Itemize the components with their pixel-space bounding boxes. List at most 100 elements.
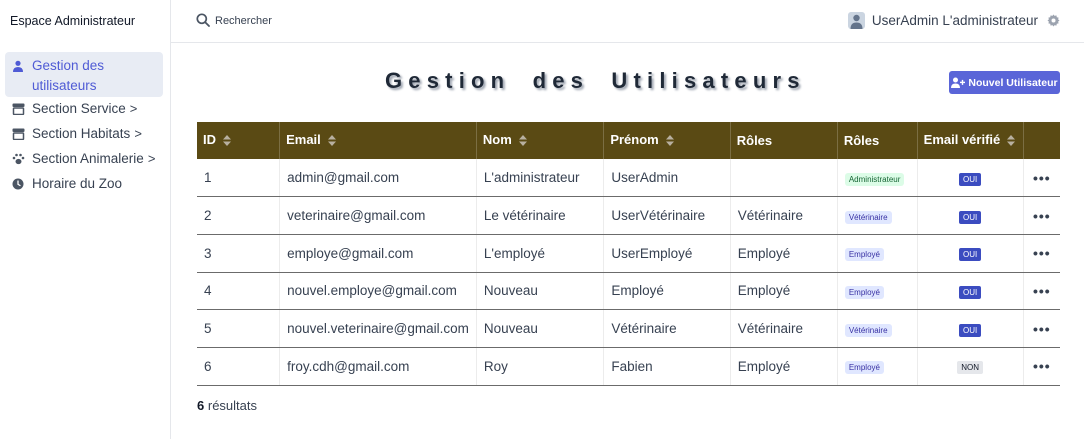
sidebar-item-label: Horaire du Zoo xyxy=(32,176,123,191)
cell-prenom: Vétérinaire xyxy=(603,309,731,348)
sidebar-item-label: utilisateurs xyxy=(32,78,97,93)
app-root: Espace Administrateur Gestion des utilis… xyxy=(0,0,1084,439)
users-table: ID Email Nom Prénom Rôles Rôles Email vé… xyxy=(197,122,1060,386)
cell-role: Vétérinaire xyxy=(730,196,838,235)
sidebar-item-gestion-utilisateurs[interactable]: Gestion des utilisateurs xyxy=(5,52,163,97)
topbar: UserAdmin L'administrateur xyxy=(171,0,1084,43)
cell-nom: L'employé xyxy=(476,234,605,273)
row-actions-button[interactable]: ••• xyxy=(1033,170,1051,186)
sort-icon xyxy=(1007,134,1016,149)
store-icon xyxy=(11,102,25,116)
cell-nom: Nouveau xyxy=(476,309,605,348)
cell-email: froy.cdh@gmail.com xyxy=(279,347,477,386)
role-badge: Employé xyxy=(844,285,884,299)
chevron-right-icon: > xyxy=(134,126,142,141)
sort-icon xyxy=(518,134,527,149)
cell-role: Employé xyxy=(730,272,838,311)
cell-role-badge: Vétérinaire xyxy=(837,309,918,348)
cell-email: nouvel.veterinaire@gmail.com xyxy=(279,309,477,348)
role-badge: Employé xyxy=(844,361,884,375)
user-menu[interactable]: UserAdmin L'administrateur xyxy=(847,12,1038,29)
column-header-prenom[interactable]: Prénom xyxy=(603,122,731,159)
sidebar-item-label: Section Service xyxy=(32,101,126,116)
page-title: Gestion des Utilisateurs xyxy=(385,68,806,93)
role-badge: Vétérinaire xyxy=(844,210,892,224)
gear-icon[interactable] xyxy=(1047,14,1061,28)
verified-badge: OUI xyxy=(959,285,982,299)
row-actions-button[interactable]: ••• xyxy=(1033,283,1051,299)
role-badge: Employé xyxy=(844,248,884,262)
cell-verified: OUI xyxy=(917,159,1024,198)
sidebar-item-section-habitats[interactable]: Section Habitats > xyxy=(5,122,163,147)
column-header-email-verifie[interactable]: Email vérifié xyxy=(917,122,1024,159)
cell-actions: ••• xyxy=(1023,234,1060,273)
cell-nom: L'administrateur xyxy=(476,159,605,198)
chevron-right-icon: > xyxy=(147,151,156,166)
cell-email: admin@gmail.com xyxy=(279,159,477,198)
cell-id: 2 xyxy=(197,196,281,235)
add-user-icon xyxy=(951,77,966,88)
sidebar-item-section-service[interactable]: Section Service > xyxy=(5,97,163,122)
cell-id: 1 xyxy=(197,159,281,198)
user-name: UserAdmin L'administrateur xyxy=(871,13,1038,28)
cell-verified: OUI xyxy=(917,196,1024,235)
column-header-id[interactable]: ID xyxy=(197,122,281,159)
cell-prenom: UserAdmin xyxy=(603,159,731,198)
cell-role-badge: Employé xyxy=(837,272,918,311)
results-count: 6 xyxy=(197,398,205,413)
cell-prenom: UserEmployé xyxy=(603,234,731,273)
table-header-row: ID Email Nom Prénom Rôles Rôles Email vé… xyxy=(197,122,1060,159)
row-actions-button[interactable]: ••• xyxy=(1033,321,1051,337)
sidebar-item-label: Section Animalerie xyxy=(32,151,144,166)
user-icon xyxy=(11,59,25,73)
sort-icon xyxy=(223,134,231,149)
cell-id: 6 xyxy=(197,347,281,386)
cell-nom: Le vétérinaire xyxy=(476,196,605,235)
cell-role: Employé xyxy=(730,234,838,273)
sidebar-item-section-animalerie[interactable]: Section Animalerie > xyxy=(5,147,163,172)
cell-verified: OUI xyxy=(917,309,1024,348)
cell-verified: NON xyxy=(917,347,1024,386)
row-actions-button[interactable]: ••• xyxy=(1033,245,1051,261)
table-row: 3 employe@gmail.com L'employé UserEmploy… xyxy=(197,234,1060,273)
cell-nom: Roy xyxy=(476,347,605,386)
sidebar-item-horaire-zoo[interactable]: Horaire du Zoo xyxy=(5,172,163,197)
sidebar-item-label: Section Habitats xyxy=(32,126,131,141)
row-actions-button[interactable]: ••• xyxy=(1033,358,1051,374)
column-header-roles-badge: Rôles xyxy=(837,122,918,159)
cell-role-badge: Employé xyxy=(837,234,918,273)
avatar xyxy=(847,12,865,29)
paw-icon xyxy=(11,152,25,166)
verified-badge: OUI xyxy=(959,172,982,186)
results-label: résultats xyxy=(207,398,257,413)
column-header-email[interactable]: Email xyxy=(279,122,477,159)
table-row: 4 nouvel.employe@gmail.com Nouveau Emplo… xyxy=(197,272,1060,311)
role-badge: Vétérinaire xyxy=(844,323,892,337)
table-row: 5 nouvel.veterinaire@gmail.com Nouveau V… xyxy=(197,309,1060,348)
sort-icon xyxy=(327,134,336,149)
search-icon[interactable] xyxy=(196,13,211,28)
cell-prenom: Fabien xyxy=(603,347,731,386)
table-row: 1 admin@gmail.com L'administrateur UserA… xyxy=(197,159,1060,198)
sidebar-item-label: Gestion des xyxy=(32,58,105,73)
verified-badge: OUI xyxy=(959,210,982,224)
cell-prenom: UserVétérinaire xyxy=(603,196,731,235)
column-header-nom[interactable]: Nom xyxy=(476,122,605,159)
cell-role-badge: Administrateur xyxy=(837,159,918,198)
cell-verified: OUI xyxy=(917,234,1024,273)
cell-email: veterinaire@gmail.com xyxy=(279,196,477,235)
search-input[interactable] xyxy=(215,11,395,31)
cell-email: employe@gmail.com xyxy=(279,234,477,273)
cell-actions: ••• xyxy=(1023,196,1060,235)
sidebar-brand: Espace Administrateur xyxy=(10,14,136,28)
column-header-actions xyxy=(1023,122,1060,159)
clock-icon xyxy=(11,177,25,191)
results-summary: 6 résultats xyxy=(197,398,257,413)
role-badge: Administrateur xyxy=(844,172,905,186)
chevron-right-icon: > xyxy=(129,101,138,116)
cell-actions: ••• xyxy=(1023,309,1060,348)
cell-actions: ••• xyxy=(1023,272,1060,311)
cell-actions: ••• xyxy=(1023,347,1060,386)
row-actions-button[interactable]: ••• xyxy=(1033,208,1051,224)
add-user-button[interactable]: Nouvel Utilisateur xyxy=(949,71,1060,94)
